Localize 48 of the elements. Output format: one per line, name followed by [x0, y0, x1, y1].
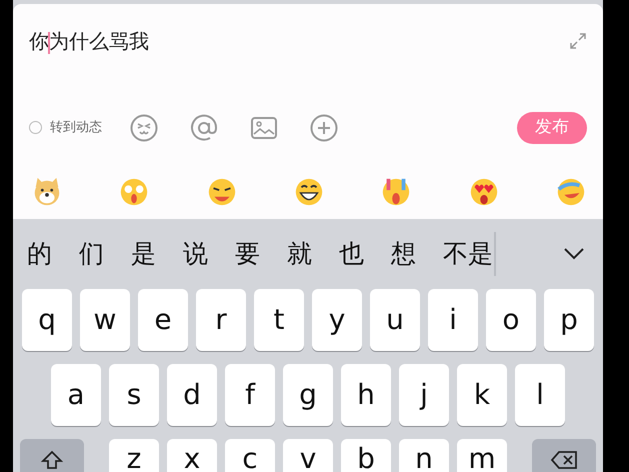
letter-key[interactable]: z [109, 439, 159, 472]
candidate-word[interactable]: 说 [183, 235, 208, 273]
candidate-word[interactable]: 是 [131, 235, 156, 273]
candidate-word[interactable]: 也 [339, 235, 364, 273]
letter-key[interactable]: r [196, 289, 246, 351]
letter-key[interactable]: y [312, 289, 362, 351]
letter-key[interactable]: d [167, 364, 217, 426]
letter-key[interactable]: k [457, 364, 507, 426]
candidate-word[interactable]: 要 [235, 235, 260, 273]
letter-key[interactable]: l [515, 364, 565, 426]
letter-key[interactable]: u [370, 289, 420, 351]
letter-key[interactable]: h [341, 364, 391, 426]
candidate-word[interactable]: 不是 [443, 235, 493, 273]
candidate-word[interactable]: 的 [27, 235, 52, 273]
repost-label: 转到动态 [50, 119, 102, 137]
letter-key[interactable]: v [283, 439, 333, 472]
letter-key[interactable]: w [80, 289, 130, 351]
letter-key[interactable]: x [167, 439, 217, 472]
chevron-down-icon[interactable] [563, 247, 585, 261]
backspace-key[interactable] [532, 439, 596, 472]
shift-key[interactable] [20, 439, 84, 472]
letter-key[interactable]: e [138, 289, 188, 351]
repost-checkbox[interactable] [29, 121, 42, 134]
letter-key[interactable]: a [51, 364, 101, 426]
letter-key[interactable]: b [341, 439, 391, 472]
emoji-icon[interactable] [130, 114, 158, 142]
letter-key[interactable]: m [457, 439, 507, 472]
backspace-icon [550, 450, 578, 470]
letter-key[interactable]: n [399, 439, 449, 472]
candidate-word[interactable]: 想 [391, 235, 416, 273]
letter-key[interactable]: j [399, 364, 449, 426]
shift-arrow-icon [40, 449, 64, 472]
mention-icon[interactable] [190, 114, 218, 142]
candidate-word[interactable]: 们 [79, 235, 104, 273]
letter-key[interactable]: t [254, 289, 304, 351]
letter-key[interactable]: i [428, 289, 478, 351]
text-cursor [48, 32, 50, 54]
candidate-word[interactable]: 就 [287, 235, 312, 273]
letter-key[interactable]: s [109, 364, 159, 426]
expand-icon[interactable] [569, 32, 587, 50]
letter-key[interactable]: g [283, 364, 333, 426]
comment-input[interactable]: 你为什么骂我 [29, 26, 149, 56]
letter-key[interactable]: q [22, 289, 72, 351]
letter-key[interactable]: p [544, 289, 594, 351]
letter-key[interactable]: c [225, 439, 275, 472]
letter-key[interactable]: o [486, 289, 536, 351]
letter-key[interactable]: f [225, 364, 275, 426]
add-icon[interactable] [310, 114, 338, 142]
